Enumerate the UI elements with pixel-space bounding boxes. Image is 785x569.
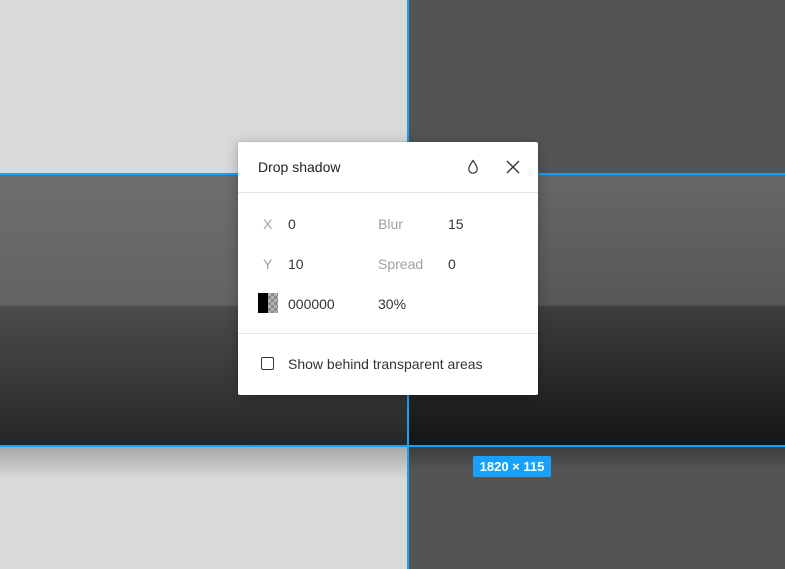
close-button[interactable] (501, 155, 525, 179)
y-input[interactable]: 10 (288, 256, 304, 272)
x-label: X (263, 216, 273, 232)
opacity-input[interactable]: 30% (378, 296, 406, 312)
spread-input[interactable]: 0 (448, 256, 456, 272)
shadow-color-swatch[interactable] (258, 293, 278, 313)
style-drop-button[interactable] (461, 155, 485, 179)
drop-shadow-panel: Drop shadow X 0 Blur 15 Y 10 Spread 0 00… (238, 142, 538, 395)
panel-title: Drop shadow (258, 159, 341, 175)
close-icon (506, 160, 520, 174)
drop-icon (468, 159, 478, 174)
spread-label: Spread (378, 256, 424, 272)
x-input[interactable]: 0 (288, 216, 296, 232)
swatch-transparency (268, 293, 278, 313)
show-behind-label[interactable]: Show behind transparent areas (288, 356, 483, 372)
panel-header: Drop shadow (238, 142, 538, 193)
color-hex-input[interactable]: 000000 (288, 296, 335, 312)
y-label: Y (263, 256, 273, 272)
blur-label: Blur (378, 216, 403, 232)
show-behind-checkbox[interactable] (261, 357, 274, 370)
selection-size-badge: 1820 × 115 (473, 456, 551, 477)
panel-divider (238, 333, 538, 334)
swatch-solid (258, 293, 268, 313)
bottom-selection-guide (0, 445, 785, 447)
blur-input[interactable]: 15 (448, 216, 464, 232)
